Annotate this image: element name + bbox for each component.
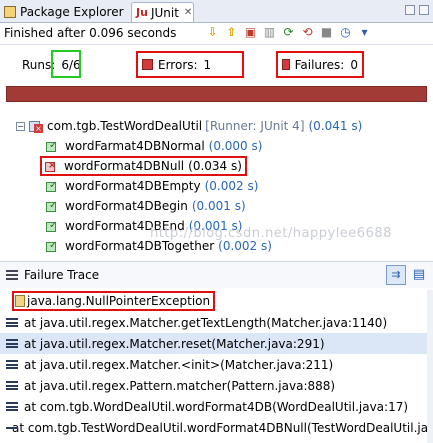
tree-test-row[interactable]: ✓ wordFormat4DBegin (0.001 s)	[46, 196, 246, 216]
frame-text: at com.tgb.TestWordDealUtil.wordFormat4D…	[12, 420, 433, 435]
show-failures-only-icon[interactable]: ▣	[243, 25, 258, 40]
exception-highlight: java.lang.NullPointerException	[12, 290, 216, 311]
test-time: (0.001 s)	[191, 199, 246, 213]
close-icon[interactable]: ✕	[184, 7, 192, 18]
history-icon[interactable]: ◷	[338, 25, 353, 40]
runs-highlight-box	[51, 50, 81, 78]
frame-text: at java.util.regex.Matcher.getTextLength…	[24, 315, 388, 330]
test-pass-icon: ✓	[46, 220, 59, 233]
failures-value: 0	[350, 57, 358, 72]
stack-frame-icon	[6, 402, 18, 411]
toolbar-icons: ⇩ ⇧ ▣ ▥ ⟳ ⟲ ■ ◷ ▾	[205, 25, 372, 40]
tab-label: JUnit	[150, 5, 179, 20]
trace-frame-row[interactable]: at java.util.regex.Matcher.<init>(Matche…	[0, 354, 433, 375]
stack-frame-icon	[6, 339, 18, 348]
test-pass-icon: ✓	[46, 200, 59, 213]
test-progress-bar	[6, 86, 427, 102]
test-time: (0.002 s)	[218, 239, 272, 253]
minimize-button[interactable]	[405, 5, 415, 15]
previous-failure-icon[interactable]: ⇧	[224, 25, 239, 40]
failures-counter: Failures: 0	[276, 51, 364, 78]
next-failure-icon[interactable]: ⇩	[205, 25, 220, 40]
trace-frame-row[interactable]: at java.util.regex.Matcher.getTextLength…	[0, 312, 433, 333]
exception-icon	[15, 294, 25, 307]
test-time: (0.000 s)	[208, 139, 263, 153]
failure-icon	[282, 59, 290, 70]
test-name: wordFarmat4DBNormal	[65, 139, 205, 153]
scroll-lock-icon[interactable]: ▥	[262, 25, 277, 40]
trace-frame-row-selected[interactable]: at java.util.regex.Matcher.reset(Matcher…	[0, 333, 433, 354]
failures-label: Failures:	[294, 57, 345, 72]
package-icon	[4, 6, 16, 18]
suite-time: (0.041 s)	[308, 119, 363, 133]
test-counters: Runs: 6/6 Errors: 1 Failures: 0	[0, 48, 433, 82]
tab-label: Package Explorer	[20, 5, 124, 19]
window-controls	[405, 5, 429, 15]
frame-text: at com.tgb.WordDealUtil.wordFormat4DB(Wo…	[24, 399, 409, 414]
frame-text: at java.util.regex.Pattern.matcher(Patte…	[24, 378, 336, 393]
trace-frame-row[interactable]: at java.util.regex.Pattern.matcher(Patte…	[0, 375, 433, 396]
test-pass-icon: ✓	[46, 180, 59, 193]
trace-scrollbar[interactable]	[427, 290, 433, 443]
tab-package-explorer[interactable]: Package Explorer	[0, 2, 130, 22]
errors-counter: Errors: 1	[136, 51, 244, 78]
tree-suite-row[interactable]: − × com.tgb.TestWordDealUtil [Runner: JU…	[16, 116, 362, 136]
error-test-highlight: × wordFormat4DBNull (0.034 s)	[40, 156, 247, 176]
tree-test-row-error[interactable]: × wordFormat4DBNull (0.034 s)	[40, 156, 247, 176]
test-name: wordFormat4DBEmpty	[65, 179, 201, 193]
filter-stack-trace-button[interactable]: ⇉	[386, 265, 406, 285]
stack-trace-icon	[6, 270, 18, 280]
errors-label: Errors:	[158, 57, 198, 72]
stack-frame-icon	[6, 381, 18, 390]
trace-exception-row[interactable]: java.lang.NullPointerException	[0, 290, 433, 311]
test-time: (0.034 s)	[188, 159, 242, 173]
junit-icon: Ju	[136, 5, 148, 19]
stack-frame-icon	[6, 318, 18, 327]
test-name: wordFormat4DBNull	[64, 159, 185, 173]
failure-trace-header: Failure Trace ⇉ ▤	[0, 262, 433, 288]
junit-toolbar: Finished after 0.096 seconds ⇩ ⇧ ▣ ▥ ⟳ ⟲…	[0, 22, 433, 45]
exception-text: java.lang.NullPointerException	[27, 293, 211, 308]
tab-junit[interactable]: Ju JUnit ✕	[131, 2, 194, 22]
rerun-test-icon[interactable]: ⟳	[281, 25, 296, 40]
test-name: wordFormat4DBTogether	[65, 239, 215, 253]
suite-runner: [Runner: JUnit 4]	[205, 119, 305, 133]
blog-watermark: http://blog.csdn.net/happylee6688	[150, 226, 392, 241]
failure-trace-title: Failure Trace	[24, 268, 100, 282]
tree-test-row[interactable]: ✓ wordFormat4DBEmpty (0.002 s)	[46, 176, 258, 196]
status-text: Finished after 0.096 seconds	[4, 26, 177, 40]
tree-test-row[interactable]: ✓ wordFarmat4DBNormal (0.000 s)	[46, 136, 262, 156]
maximize-button[interactable]	[419, 5, 429, 15]
collapse-icon[interactable]: −	[16, 121, 25, 131]
stack-frame-icon	[6, 360, 18, 369]
errors-value: 1	[203, 57, 212, 72]
test-name: wordFormat4DBegin	[65, 199, 188, 213]
suite-error-icon: ×	[29, 120, 43, 133]
test-pass-icon: ✓	[46, 140, 59, 153]
error-icon	[142, 59, 153, 70]
trace-frame-row[interactable]: at com.tgb.WordDealUtil.wordFormat4DB(Wo…	[0, 396, 433, 417]
rerun-failed-first-icon[interactable]: ⟲	[300, 25, 315, 40]
test-time: (0.002 s)	[204, 179, 259, 193]
stop-icon[interactable]: ■	[319, 25, 334, 40]
frame-text: at java.util.regex.Matcher.<init>(Matche…	[24, 357, 334, 372]
suite-name: com.tgb.TestWordDealUtil	[47, 119, 203, 133]
view-menu-icon[interactable]: ▾	[357, 25, 372, 40]
trace-frame-row[interactable]: at com.tgb.TestWordDealUtil.wordFormat4D…	[0, 417, 433, 438]
view-tab-bar: Package Explorer Ju JUnit ✕	[0, 0, 433, 23]
test-pass-icon: ✓	[46, 240, 59, 253]
compare-results-button[interactable]: ▤	[410, 265, 428, 285]
frame-text: at java.util.regex.Matcher.reset(Matcher…	[24, 336, 325, 351]
test-error-icon: ×	[45, 160, 58, 173]
